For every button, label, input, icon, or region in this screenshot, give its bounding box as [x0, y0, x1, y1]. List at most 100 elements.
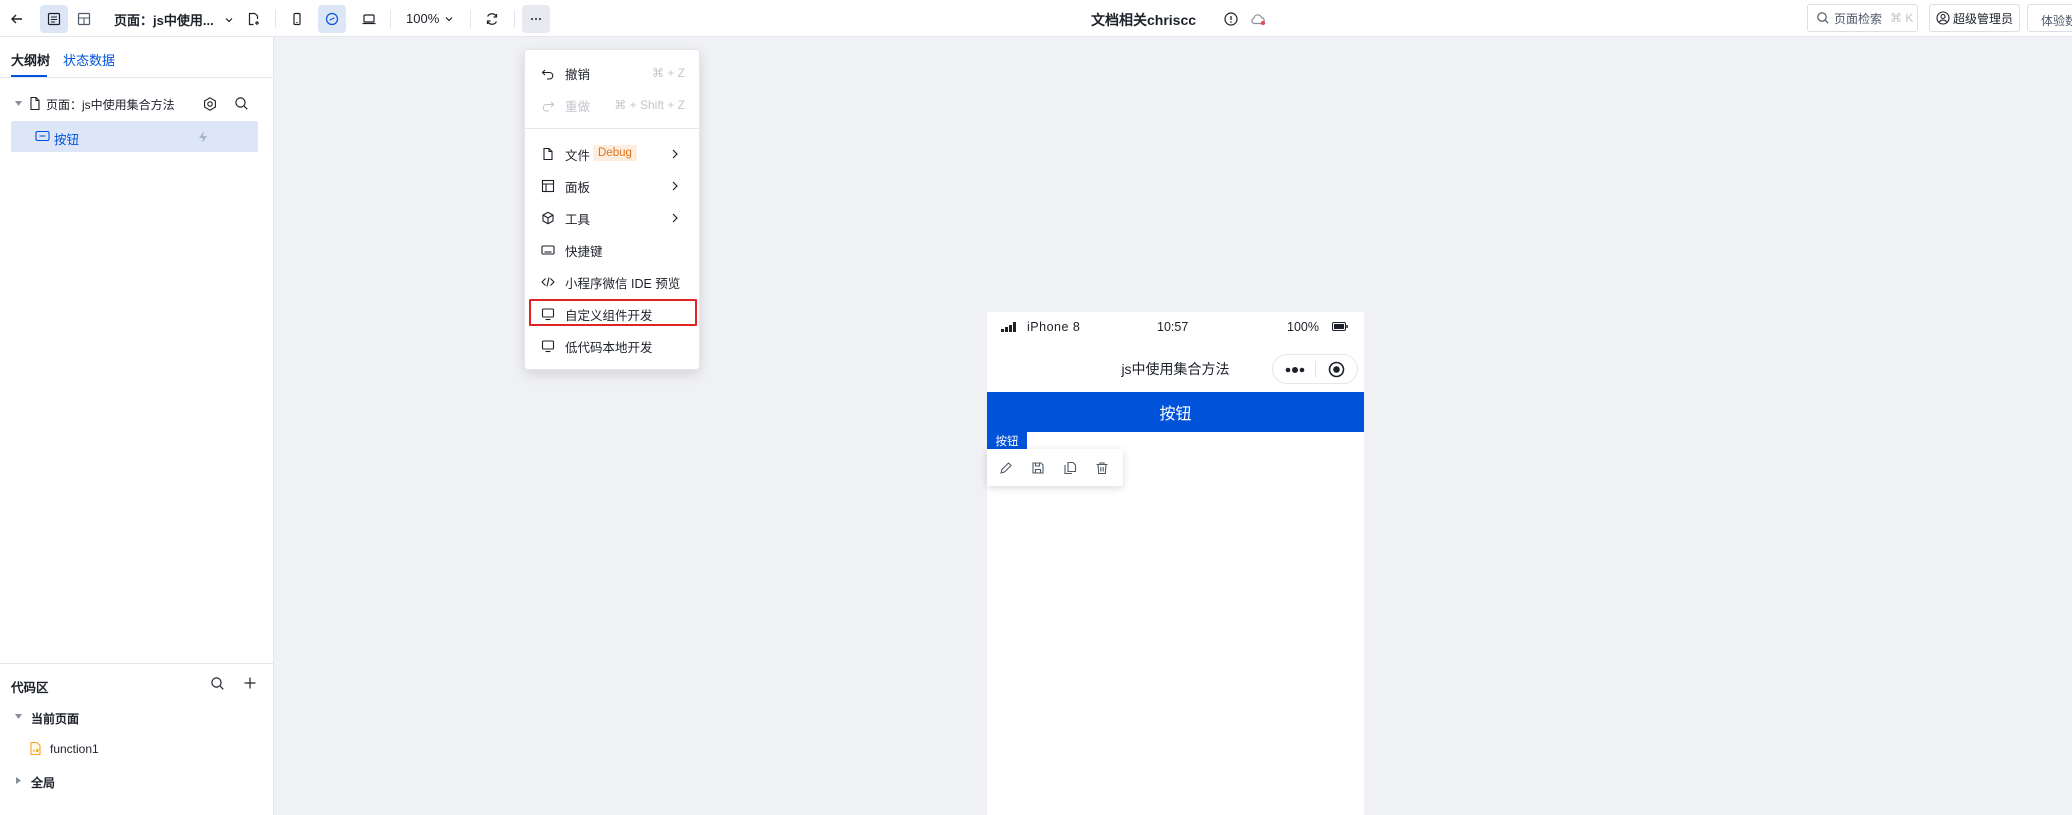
settings-gear-icon[interactable]	[202, 96, 218, 112]
top-toolbar: 页面：js中使用... 100% 文档相关chriscc 页面检索 ⌘ K 超级…	[0, 0, 2072, 37]
more-menu-button[interactable]	[522, 5, 550, 33]
trial-button[interactable]: 体验数	[2027, 4, 2072, 32]
edit-pencil-icon[interactable]	[999, 461, 1013, 475]
menu-item-shortcuts[interactable]: 快捷键	[525, 235, 701, 265]
tab-state-data[interactable]: 状态数据	[63, 50, 115, 69]
file-icon	[543, 147, 553, 161]
undo-icon	[541, 69, 554, 80]
phone-preview: iPhone 8 10:57 100% js中使用集合方法 按钮 按钮	[987, 312, 1364, 815]
more-dots-icon[interactable]	[1285, 366, 1305, 374]
tree-item-button-selected[interactable]: 按钮	[11, 121, 258, 152]
menu-redo-label: 重做	[565, 99, 591, 114]
menu-item-file[interactable]: 文件 Debug	[525, 139, 701, 169]
document-title: 文档相关chriscc	[1091, 12, 1197, 28]
page-search-shortcut: ⌘ K	[1890, 11, 1914, 25]
debug-badge: Debug	[593, 145, 637, 161]
chevron-right-icon	[672, 213, 678, 223]
code-icon	[541, 277, 555, 287]
selected-tag-label: 按钮	[995, 435, 1019, 448]
caret-down-icon	[15, 714, 22, 719]
code-area-title: 代码区	[11, 681, 49, 695]
search-icon	[1817, 12, 1829, 24]
chevron-down-icon	[225, 17, 233, 22]
menu-item-panel[interactable]: 面板	[525, 171, 701, 201]
copy-icon[interactable]	[1063, 461, 1077, 475]
tree-page-label: 页面：js中使用集合方法	[46, 98, 175, 112]
menu-tools-label: 工具	[565, 212, 591, 227]
outline-view-icon[interactable]	[40, 5, 68, 33]
cloud-sync-icon[interactable]	[1248, 10, 1268, 28]
layout-view-icon[interactable]	[70, 5, 98, 33]
signal-bars-icon	[1001, 322, 1016, 332]
panel-icon	[541, 179, 555, 193]
more-dropdown-menu: 撤销 ⌘ + Z 重做 ⌘ + Shift + Z 文件 Debug 面板 工具…	[524, 49, 700, 370]
more-dots-icon	[531, 18, 541, 20]
menu-file-label: 文件	[565, 148, 591, 163]
monitor-icon	[541, 340, 555, 353]
battery-percent: 100%	[1287, 320, 1319, 334]
user-avatar-icon	[1936, 11, 1950, 25]
chevron-right-icon	[672, 181, 678, 191]
tree-button-label: 按钮	[54, 133, 80, 147]
code-search-icon[interactable]	[210, 676, 225, 691]
menu-wechat-ide-label: 小程序微信 IDE 预览	[565, 276, 681, 291]
zoom-value: 100%	[406, 11, 440, 26]
preview-button-label: 按钮	[1159, 406, 1192, 423]
current-page-label: 当前页面	[31, 712, 80, 726]
js-file-icon	[30, 741, 41, 756]
left-sidebar: 大纲树 状态数据 页面：js中使用集合方法 按钮 代码区 当前页面 functi…	[0, 37, 274, 815]
battery-icon	[1332, 322, 1348, 331]
component-action-toolbar	[987, 449, 1123, 486]
highlight-box	[529, 299, 697, 326]
close-target-icon[interactable]	[1328, 361, 1345, 378]
save-icon[interactable]	[1031, 461, 1045, 475]
menu-undo-shortcut: ⌘ + Z	[651, 66, 685, 80]
tab-outline-tree[interactable]: 大纲树	[11, 50, 50, 69]
page-selector-label: 页面：js中使用...	[114, 13, 214, 28]
selected-component-tag: 按钮	[987, 432, 1027, 449]
user-label: 超级管理员	[1953, 11, 2014, 26]
keyboard-icon	[541, 245, 555, 255]
caret-down-icon	[15, 101, 22, 106]
chevron-down-icon	[445, 16, 453, 21]
tree-item-page[interactable]: 页面：js中使用集合方法	[0, 91, 273, 117]
zoom-selector[interactable]: 100%	[406, 11, 454, 26]
user-menu[interactable]: 超级管理员	[1929, 4, 2020, 32]
code-function-item[interactable]: function1	[0, 736, 273, 762]
preview-button[interactable]: 按钮	[987, 392, 1364, 432]
code-group-global[interactable]: 全局	[0, 768, 273, 794]
mobile-device-icon[interactable]	[283, 5, 311, 33]
menu-lowcode-local-label: 低代码本地开发	[565, 340, 653, 355]
miniprogram-device-icon[interactable]	[318, 5, 346, 33]
page-search-box[interactable]: 页面检索 ⌘ K	[1807, 4, 1918, 32]
cube-icon	[542, 211, 554, 225]
menu-item-wechat-ide-preview[interactable]: 小程序微信 IDE 预览	[525, 267, 701, 297]
carrier-label: iPhone 8	[1027, 320, 1081, 334]
button-component-icon	[35, 130, 50, 142]
function-item-label: function1	[50, 742, 99, 756]
lightning-event-icon[interactable]	[197, 130, 209, 144]
page-file-icon	[30, 96, 40, 111]
menu-shortcuts-label: 快捷键	[565, 244, 603, 259]
miniprogram-capsule[interactable]	[1272, 354, 1358, 384]
desktop-device-icon[interactable]	[355, 5, 383, 33]
refresh-icon[interactable]	[478, 5, 506, 33]
menu-item-redo[interactable]: 重做 ⌘ + Shift + Z	[525, 90, 701, 120]
code-group-current-page[interactable]: 当前页面	[0, 704, 273, 730]
menu-item-tools[interactable]: 工具	[525, 203, 701, 233]
tree-search-icon[interactable]	[234, 96, 249, 111]
redo-icon	[542, 101, 555, 112]
menu-item-lowcode-local-dev[interactable]: 低代码本地开发	[525, 331, 701, 361]
back-arrow-icon[interactable]	[3, 5, 31, 33]
status-time: 10:57	[1157, 320, 1189, 334]
info-icon[interactable]	[1222, 10, 1240, 28]
add-page-icon[interactable]	[239, 5, 267, 33]
global-label: 全局	[31, 776, 56, 790]
menu-item-undo[interactable]: 撤销 ⌘ + Z	[525, 58, 701, 88]
menu-panel-label: 面板	[565, 180, 591, 195]
menu-redo-shortcut: ⌘ + Shift + Z	[614, 98, 685, 112]
page-selector[interactable]: 页面：js中使用...	[114, 10, 234, 29]
delete-trash-icon[interactable]	[1095, 461, 1109, 475]
trial-label: 体验数	[2041, 14, 2072, 28]
add-code-icon[interactable]	[243, 676, 257, 690]
